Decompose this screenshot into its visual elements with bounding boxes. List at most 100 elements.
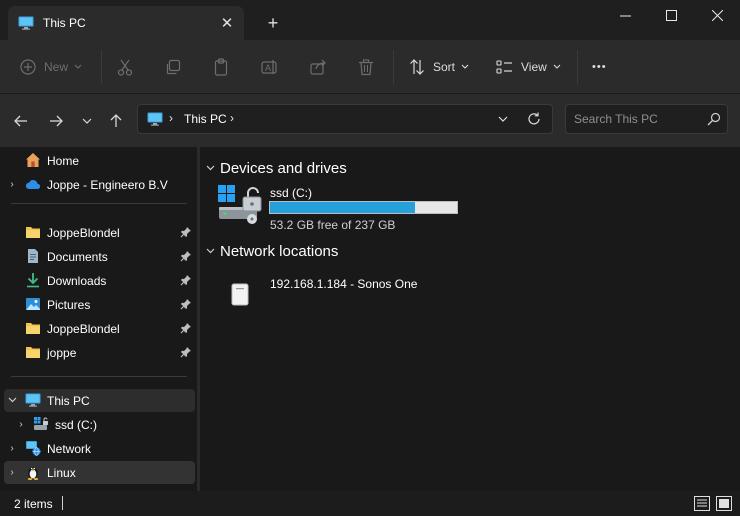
more-options-button[interactable]: ••• (592, 54, 607, 80)
sidebar-item-pictures[interactable]: Pictures (4, 293, 195, 316)
drive-name: ssd (C:) (270, 186, 312, 200)
pin-icon[interactable] (180, 298, 192, 310)
back-button[interactable] (10, 110, 32, 132)
expand-chevron-icon[interactable]: › (7, 442, 17, 454)
plus-circle-icon (20, 59, 36, 75)
clipboard-icon (214, 58, 228, 76)
search-icon[interactable] (707, 112, 721, 126)
new-label: New (44, 60, 69, 74)
sidebar-item-this-pc[interactable]: This PC (4, 389, 195, 412)
cut-button[interactable] (117, 54, 133, 80)
breadcrumb-chevron-icon[interactable]: › (169, 111, 173, 125)
paste-button[interactable] (213, 54, 229, 80)
home-icon (26, 153, 40, 167)
tab-close-icon[interactable]: ✕ (216, 12, 238, 34)
sort-icon (410, 59, 424, 75)
chevron-down-icon (498, 116, 508, 122)
pin-icon[interactable] (180, 226, 192, 238)
details-view-icon (694, 496, 710, 511)
sidebar-item-joppe[interactable]: joppe (4, 341, 195, 364)
sidebar-item-label: Linux (47, 466, 76, 480)
pin-icon[interactable] (180, 274, 192, 286)
pin-icon[interactable] (180, 322, 192, 334)
command-bar: New A Sort View ••• (0, 40, 740, 94)
scissors-icon (117, 59, 133, 76)
recent-locations-button[interactable] (76, 110, 98, 132)
folder-icon (26, 227, 40, 238)
sidebar-item-label: joppe (47, 346, 77, 360)
onedrive-cloud-icon (25, 180, 41, 189)
drive-free-space: 53.2 GB free of 237 GB (270, 218, 396, 232)
close-window-button[interactable] (694, 0, 740, 30)
maximize-icon (665, 9, 677, 21)
monitor-icon (18, 16, 34, 30)
details-view-button[interactable] (693, 495, 711, 512)
sidebar-item-label: JoppeBlondel (47, 226, 120, 240)
new-tab-button[interactable]: + (262, 12, 284, 34)
sidebar-item-onedrive[interactable]: › Joppe - Engineero B.V (4, 173, 195, 196)
monitor-icon (147, 112, 163, 126)
sidebar-item-joppeblondel-2[interactable]: JoppeBlondel (4, 317, 195, 340)
delete-button[interactable] (358, 54, 374, 80)
forward-button[interactable] (45, 110, 67, 132)
view-button[interactable]: View (496, 54, 561, 80)
pin-icon[interactable] (180, 346, 192, 358)
group-devices-and-drives[interactable]: Devices and drives (204, 158, 347, 178)
arrow-up-icon (110, 114, 122, 127)
group-network-locations[interactable]: Network locations (204, 241, 338, 261)
sidebar-item-network[interactable]: › Network (4, 437, 195, 460)
sidebar-item-downloads[interactable]: Downloads (4, 269, 195, 292)
divider (393, 50, 394, 84)
share-button[interactable] (310, 54, 327, 80)
network-icon (26, 441, 41, 456)
downloads-icon (27, 273, 39, 288)
minimize-button[interactable] (602, 0, 648, 30)
sidebar-item-home[interactable]: Home (4, 149, 195, 172)
divider (101, 50, 102, 84)
close-icon (711, 9, 723, 21)
expand-chevron-icon[interactable]: › (7, 178, 17, 190)
pictures-icon (26, 298, 40, 310)
search-box[interactable] (565, 104, 728, 134)
copy-icon (166, 59, 181, 75)
collapse-chevron-icon[interactable] (7, 394, 17, 406)
sidebar-item-ssd-c[interactable]: › ssd (C:) (4, 413, 195, 436)
divider (11, 376, 187, 377)
tab-title: This PC (43, 16, 86, 30)
divider (11, 203, 187, 204)
address-bar[interactable]: › This PC › (137, 104, 553, 134)
expand-chevron-icon[interactable]: › (7, 466, 17, 478)
rename-button[interactable]: A (261, 54, 278, 80)
drive-usage-fill (270, 202, 416, 213)
content-pane: Devices and drives ssd (C:) 53.2 GB free… (200, 147, 740, 491)
sidebar-item-label: Documents (47, 250, 108, 264)
tiles-view-button[interactable] (715, 495, 733, 512)
expand-chevron-icon[interactable]: › (16, 418, 26, 430)
up-button[interactable] (105, 110, 127, 132)
copy-button[interactable] (165, 54, 181, 80)
view-icon (496, 60, 512, 74)
address-history-button[interactable] (494, 110, 512, 128)
sort-button[interactable]: Sort (409, 54, 469, 80)
sidebar-item-documents[interactable]: Documents (4, 245, 195, 268)
chevron-down-icon (553, 64, 561, 69)
sidebar-item-linux[interactable]: › Linux (4, 461, 195, 484)
sidebar-item-joppeblondel[interactable]: JoppeBlondel (4, 221, 195, 244)
pin-icon[interactable] (180, 250, 192, 262)
address-row: › This PC › (0, 94, 740, 147)
sidebar-item-label: Home (47, 154, 80, 168)
group-title: Network locations (220, 242, 339, 260)
monitor-icon (25, 393, 41, 407)
tab-this-pc[interactable]: This PC ✕ (8, 6, 244, 40)
search-input[interactable] (566, 105, 706, 133)
sort-label: Sort (433, 60, 456, 74)
breadcrumb-this-pc[interactable]: This PC (184, 112, 227, 126)
new-button[interactable]: New (20, 54, 82, 80)
media-device-icon (231, 283, 249, 306)
maximize-button[interactable] (648, 0, 694, 30)
refresh-icon (528, 112, 540, 125)
sidebar-item-label: Pictures (47, 298, 91, 312)
breadcrumb-chevron-icon[interactable]: › (230, 111, 234, 125)
refresh-button[interactable] (524, 109, 544, 129)
share-icon (310, 59, 326, 75)
